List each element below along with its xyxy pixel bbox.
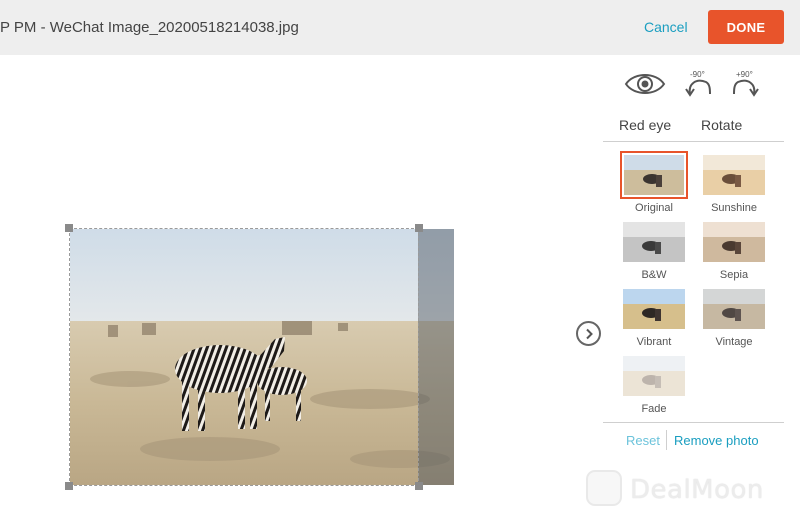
reset-button[interactable]: Reset [626, 433, 660, 448]
filter-thumbnail [623, 356, 685, 396]
remove-photo-button[interactable]: Remove photo [674, 433, 759, 448]
filter-label: Fade [641, 403, 667, 415]
filter-thumbnail [703, 222, 765, 262]
filter-label: Vintage [715, 336, 753, 348]
window-title: P PM - WeChat Image_20200518214038.jpg [0, 19, 299, 36]
rotate-right-button[interactable]: +90° [730, 70, 760, 105]
filter-thumbnail [623, 222, 685, 262]
panel-divider [603, 422, 784, 423]
rotate-right-caption: +90° [736, 70, 753, 79]
crop-dim-overlay [418, 229, 454, 485]
rotate-left-button[interactable]: -90° [684, 70, 714, 105]
filter-sepia[interactable]: Sepia [700, 218, 768, 281]
filter-label: Sunshine [711, 202, 757, 214]
eye-icon [624, 74, 666, 94]
cancel-button[interactable]: Cancel [644, 19, 688, 35]
filter-label: Vibrant [636, 336, 672, 348]
editor-header: P PM - WeChat Image_20200518214038.jpg C… [0, 0, 800, 55]
filter-label: Original [635, 202, 673, 214]
chevron-right-icon [585, 328, 593, 339]
filter-original[interactable]: Original [620, 151, 688, 214]
filter-label: Sepia [719, 269, 749, 281]
crop-handle-bottom-left[interactable] [65, 482, 73, 490]
rotate-left-caption: -90° [690, 70, 705, 79]
red-eye-label[interactable]: Red eye [619, 117, 671, 133]
watermark-logo-icon [586, 470, 622, 506]
crop-handle-bottom-right[interactable] [415, 482, 423, 490]
filter-sunshine[interactable]: Sunshine [700, 151, 768, 214]
filter-label: B&W [641, 269, 667, 281]
watermark: DealMoon [586, 470, 786, 510]
filter-fade[interactable]: Fade [620, 352, 688, 415]
done-button[interactable]: DONE [708, 10, 784, 44]
panel-divider [603, 141, 784, 142]
next-photo-button[interactable] [576, 321, 601, 346]
filter-thumbnail [624, 155, 684, 195]
filter-vintage[interactable]: Vintage [700, 285, 768, 348]
action-separator [666, 430, 667, 450]
filter-thumbnail [703, 155, 765, 195]
filter-thumbnail [703, 289, 765, 329]
crop-frame[interactable] [69, 228, 419, 486]
crop-handle-top-left[interactable] [65, 224, 73, 232]
watermark-text: DealMoon [630, 475, 764, 505]
filter-thumbnail [623, 289, 685, 329]
crop-handle-top-right[interactable] [415, 224, 423, 232]
red-eye-tool[interactable] [624, 70, 666, 103]
rotate-label[interactable]: Rotate [701, 117, 742, 133]
filter-vibrant[interactable]: Vibrant [620, 285, 688, 348]
filter-bw[interactable]: B&W [620, 218, 688, 281]
